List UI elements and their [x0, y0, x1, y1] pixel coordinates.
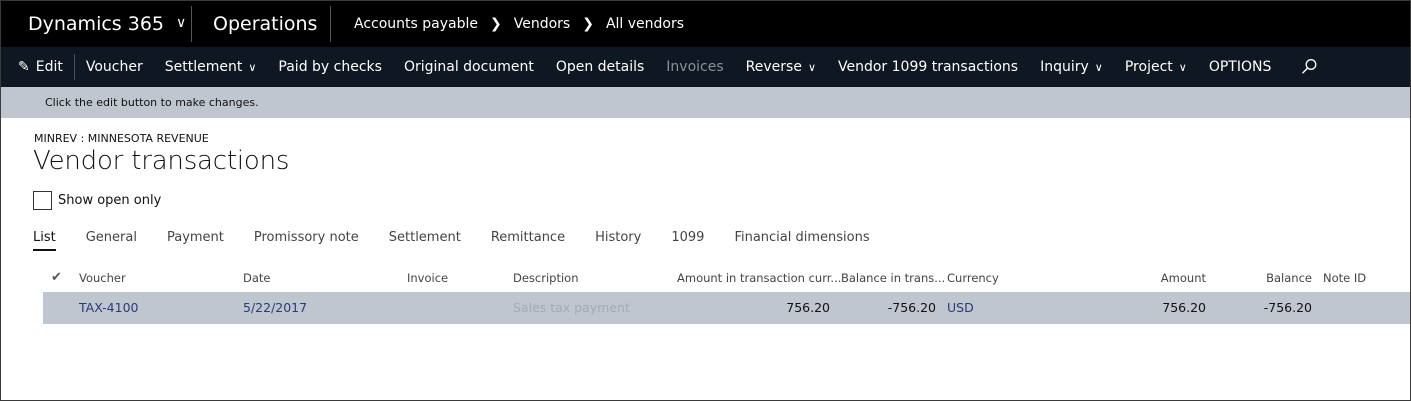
- tab-payment[interactable]: Payment: [167, 230, 224, 251]
- show-open-only-toggle[interactable]: Show open only: [33, 191, 161, 210]
- vendor-1099-transactions-button[interactable]: Vendor 1099 transactions: [827, 59, 1029, 75]
- column-header-date[interactable]: Date: [243, 264, 271, 292]
- cell-amount: 756.20: [1162, 300, 1206, 315]
- project-label: Project: [1124, 59, 1173, 75]
- tab-history[interactable]: History: [595, 230, 641, 251]
- chevron-down-icon: ∨: [248, 60, 257, 74]
- tab-general[interactable]: General: [86, 230, 137, 251]
- paid-by-checks-button[interactable]: Paid by checks: [267, 59, 393, 75]
- tab-promissory-note[interactable]: Promissory note: [254, 230, 359, 251]
- app-window: Dynamics 365 ∨ Operations Accounts payab…: [0, 0, 1411, 401]
- page-title: Vendor transactions: [33, 146, 290, 176]
- chevron-down-icon: ∨: [807, 60, 816, 74]
- message-bar: Click the edit button to make changes.: [1, 87, 1410, 118]
- chevron-right-icon: ❯: [582, 16, 594, 32]
- transactions-grid: ✔ Voucher Date Invoice Description Amoun…: [43, 264, 1410, 324]
- tab-remittance[interactable]: Remittance: [491, 230, 565, 251]
- breadcrumb: Accounts payable ❯ Vendors ❯ All vendors: [331, 16, 684, 32]
- grid-header: ✔ Voucher Date Invoice Description Amoun…: [43, 264, 1410, 292]
- cell-amount-in-transaction-currency: 756.20: [786, 300, 830, 315]
- cell-date[interactable]: 5/22/2017: [243, 292, 307, 324]
- invoices-button: Invoices: [666, 59, 724, 75]
- column-header-note-id[interactable]: Note ID: [1323, 264, 1366, 292]
- chevron-down-icon: ∨: [1178, 60, 1187, 74]
- tab-strip: List General Payment Promissory note Set…: [33, 230, 900, 251]
- tab-settlement[interactable]: Settlement: [389, 230, 461, 251]
- column-header-amount[interactable]: Amount: [1161, 264, 1206, 292]
- settlement-label: Settlement: [164, 59, 243, 75]
- column-header-balance[interactable]: Balance: [1266, 264, 1312, 292]
- column-header-balance-in-transaction-currency[interactable]: Balance in trans...: [841, 264, 945, 292]
- table-row[interactable]: TAX-4100 5/22/2017 Sales tax payment 756…: [43, 292, 1410, 324]
- column-header-amount-in-transaction-currency[interactable]: Amount in transaction curr...: [677, 264, 841, 292]
- reverse-menu[interactable]: Reverse ∨: [735, 59, 827, 75]
- tab-list[interactable]: List: [33, 230, 56, 251]
- search-icon-svg: [1302, 59, 1317, 74]
- message-text: Click the edit button to make changes.: [45, 96, 259, 109]
- reverse-label: Reverse: [745, 59, 802, 75]
- options-button[interactable]: OPTIONS: [1198, 59, 1283, 75]
- cell-balance: -756.20: [1263, 300, 1312, 315]
- edit-button[interactable]: ✎ Edit: [1, 59, 74, 75]
- show-open-only-checkbox[interactable]: [33, 191, 52, 210]
- voucher-button[interactable]: Voucher: [75, 59, 154, 75]
- cell-balance-in-transaction-currency: -756.20: [887, 300, 936, 315]
- column-header-voucher[interactable]: Voucher: [79, 264, 126, 292]
- top-navigation-bar: Dynamics 365 ∨ Operations Accounts payab…: [1, 1, 1410, 47]
- breadcrumb-all-vendors[interactable]: All vendors: [606, 16, 684, 32]
- cell-currency[interactable]: USD: [947, 292, 974, 324]
- inquiry-menu[interactable]: Inquiry ∨: [1029, 59, 1114, 75]
- cell-description: Sales tax payment: [513, 300, 630, 315]
- pencil-icon: ✎: [18, 59, 30, 75]
- breadcrumb-vendors[interactable]: Vendors: [514, 16, 570, 32]
- search-icon[interactable]: [1282, 58, 1329, 76]
- column-header-description[interactable]: Description: [513, 264, 579, 292]
- chevron-right-icon: ❯: [490, 16, 502, 32]
- chevron-down-icon: ∨: [1094, 60, 1103, 74]
- column-header-currency[interactable]: Currency: [947, 264, 999, 292]
- app-switcher[interactable]: Dynamics 365 ∨: [1, 1, 191, 47]
- action-pane: ✎ Edit Voucher Settlement ∨ Paid by chec…: [1, 47, 1410, 87]
- open-details-button[interactable]: Open details: [545, 59, 655, 75]
- show-open-only-label: Show open only: [58, 193, 162, 208]
- column-header-invoice[interactable]: Invoice: [407, 264, 448, 292]
- chevron-down-icon: ∨: [176, 15, 187, 31]
- module-name[interactable]: Operations: [192, 13, 330, 35]
- tab-financial-dimensions[interactable]: Financial dimensions: [734, 230, 869, 251]
- cell-voucher[interactable]: TAX-4100: [79, 292, 138, 324]
- record-caption: MINREV : MINNESOTA REVENUE: [34, 132, 209, 145]
- settlement-menu[interactable]: Settlement ∨: [154, 59, 268, 75]
- project-menu[interactable]: Project ∨: [1114, 59, 1198, 75]
- original-document-button[interactable]: Original document: [393, 59, 545, 75]
- edit-label: Edit: [35, 59, 63, 75]
- breadcrumb-accounts-payable[interactable]: Accounts payable: [354, 16, 478, 32]
- inquiry-label: Inquiry: [1040, 59, 1089, 75]
- app-name: Dynamics 365: [28, 13, 164, 35]
- tab-1099[interactable]: 1099: [671, 230, 704, 251]
- select-all-check-icon[interactable]: ✔: [51, 264, 62, 292]
